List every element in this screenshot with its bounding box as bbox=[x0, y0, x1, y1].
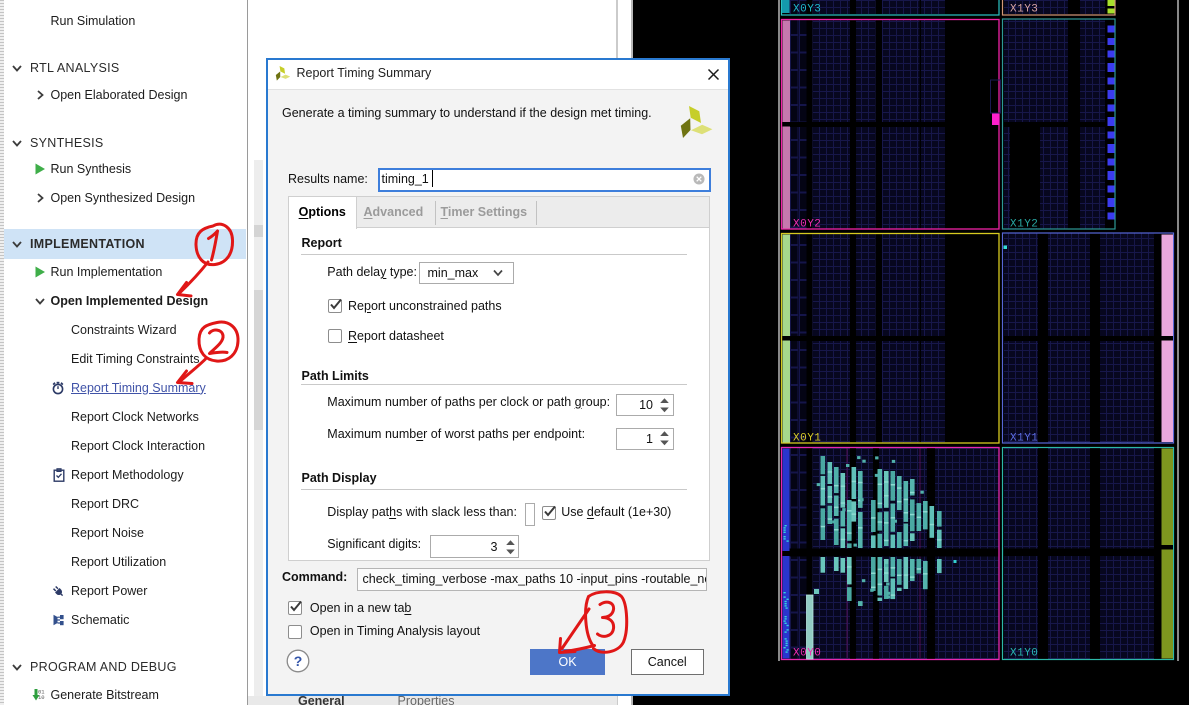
svg-text:X1Y1: X1Y1 bbox=[1010, 433, 1038, 445]
svg-text:X0Y3: X0Y3 bbox=[793, 4, 821, 16]
svg-text:?: ? bbox=[294, 653, 303, 669]
svg-text:X0Y2: X0Y2 bbox=[793, 219, 821, 231]
svg-text:X1Y2: X1Y2 bbox=[1010, 219, 1038, 231]
svg-text:X0Y0: X0Y0 bbox=[793, 648, 821, 660]
svg-text:X1Y3: X1Y3 bbox=[1010, 4, 1038, 16]
svg-text:X1Y0: X1Y0 bbox=[1010, 648, 1038, 660]
svg-text:X0Y1: X0Y1 bbox=[793, 433, 821, 445]
